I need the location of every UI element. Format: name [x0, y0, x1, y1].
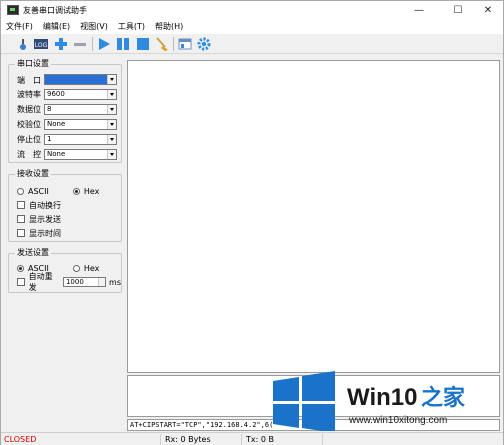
layout-icon[interactable]: [177, 36, 193, 52]
watermark-brand: Win10: [347, 384, 417, 411]
receive-ascii-label: ASCII: [28, 186, 49, 196]
repeat-interval-input[interactable]: 1000: [62, 277, 107, 287]
databits-select[interactable]: 8: [44, 104, 117, 115]
spinner-arrows-icon[interactable]: [98, 278, 106, 286]
pause-icon[interactable]: [115, 36, 131, 52]
chevron-down-icon: [107, 120, 116, 129]
stop-icon[interactable]: [135, 36, 151, 52]
chevron-down-icon: [107, 135, 116, 144]
flow-label: 流 控: [17, 149, 41, 159]
receive-text-area[interactable]: [127, 60, 500, 373]
receive-hex-label: Hex: [83, 186, 100, 196]
checkbox: [17, 229, 25, 237]
menu-file[interactable]: 文件(F): [1, 20, 38, 34]
checkbox: [17, 278, 25, 286]
receive-settings-title: 接收设置: [15, 169, 51, 179]
repeat-interval-unit: ms: [109, 277, 121, 287]
flow-value: None: [47, 150, 66, 158]
auto-repeat-label: 自动重发: [28, 272, 53, 292]
send-hex-radio[interactable]: Hex: [72, 263, 100, 273]
send-settings-title: 发送设置: [15, 248, 51, 258]
databits-row: 数据位: [17, 103, 45, 115]
log-icon-text: LOG: [35, 42, 48, 49]
chevron-down-icon: [107, 150, 116, 159]
toolbar-separator: [92, 37, 93, 51]
show-time-label: 显示时间: [29, 228, 61, 238]
chevron-down-icon: [107, 105, 116, 114]
toolbar: LOG: [1, 34, 503, 54]
parity-select[interactable]: None: [44, 119, 117, 130]
receive-hex-radio[interactable]: Hex: [72, 186, 100, 196]
maximize-button[interactable]: ☐: [441, 1, 475, 20]
radio-button: [72, 264, 80, 272]
windows-logo-icon: [273, 371, 335, 433]
auto-newline-label: 自动换行: [29, 200, 61, 210]
receive-settings-group: 接收设置 ASCII Hex 自动换行 显示发送 显示时间: [8, 169, 122, 242]
new-icon[interactable]: [15, 36, 31, 52]
show-time-option[interactable]: 显示时间: [17, 227, 61, 239]
databits-value: 8: [47, 105, 52, 113]
watermark-suffix: 之家: [421, 385, 466, 411]
clear-icon[interactable]: [154, 36, 170, 52]
window-title: 友善串口调试助手: [23, 6, 87, 15]
auto-newline-option[interactable]: 自动换行: [17, 199, 61, 211]
receive-ascii-radio[interactable]: ASCII: [17, 187, 49, 196]
stopbits-value: 1: [47, 135, 52, 143]
menu-edit[interactable]: 编辑(E): [38, 20, 75, 34]
stopbits-row: 停止位: [17, 133, 45, 145]
app-window: 友善串口调试助手 — ☐ ✕ 文件(F) 编辑(E) 视图(V) 工具(T) 帮…: [0, 0, 504, 445]
baud-row: 波特率: [17, 88, 45, 100]
send-settings-group: 发送设置 ASCII Hex 自动重发 1000 ms: [8, 248, 122, 293]
baud-label: 波特率: [17, 89, 41, 99]
auto-repeat-option[interactable]: 自动重发: [17, 271, 59, 293]
radio-button-selected: [72, 187, 80, 195]
stopbits-label: 停止位: [17, 134, 41, 144]
menu-help[interactable]: 帮助(H): [150, 20, 188, 34]
serial-settings-title: 串口设置: [15, 59, 51, 69]
chevron-down-icon: [107, 90, 116, 99]
parity-value: None: [47, 120, 66, 128]
remove-icon[interactable]: [72, 36, 88, 52]
auto-repeat-row: 自动重发 1000 ms: [17, 272, 121, 292]
title-bar: 友善串口调试助手 — ☐ ✕: [1, 1, 503, 20]
parity-label: 校验位: [17, 119, 41, 129]
add-icon[interactable]: [53, 36, 69, 52]
menu-view[interactable]: 视图(V): [75, 20, 113, 34]
baud-select[interactable]: 9600: [44, 89, 117, 100]
port-row: 端 口: [17, 74, 45, 86]
play-icon[interactable]: [96, 36, 112, 52]
menu-tools[interactable]: 工具(T): [113, 20, 150, 34]
port-select[interactable]: [44, 74, 117, 85]
gear-icon[interactable]: [196, 36, 212, 52]
watermark-url: www.win10xitong.com: [348, 415, 447, 426]
checkbox: [17, 201, 25, 209]
tx-counter: Tx: 0 B: [243, 434, 323, 445]
rx-counter: Rx: 0 Bytes: [162, 434, 242, 445]
watermark: Win10 之家 www.win10xitong.com: [269, 371, 499, 433]
port-label: 端 口: [17, 75, 41, 85]
databits-label: 数据位: [17, 104, 41, 114]
close-button[interactable]: ✕: [471, 1, 504, 20]
flow-row: 流 控: [17, 148, 45, 160]
repeat-interval-value: 1000: [65, 278, 84, 286]
send-hex-label: Hex: [83, 263, 100, 273]
show-send-label: 显示发送: [29, 214, 61, 224]
baud-value: 9600: [47, 90, 65, 98]
app-icon: [7, 5, 19, 15]
status-bar: CLOSED Rx: 0 Bytes Tx: 0 B: [1, 432, 503, 445]
serial-settings-group: 串口设置 端 口 波特率 9600 数据位 8 校验位 None 停止位 1 流…: [8, 59, 122, 163]
menu-bar: 文件(F) 编辑(E) 视图(V) 工具(T) 帮助(H): [1, 20, 503, 34]
parity-row: 校验位: [17, 118, 45, 130]
receive-format-row: ASCII Hex: [17, 185, 99, 197]
connection-status: CLOSED: [1, 434, 161, 445]
show-send-option[interactable]: 显示发送: [17, 213, 61, 225]
radio-button: [17, 187, 24, 195]
stopbits-select[interactable]: 1: [44, 134, 117, 145]
log-icon[interactable]: LOG: [33, 36, 49, 52]
chevron-down-icon: [107, 75, 116, 84]
minimize-button[interactable]: —: [402, 1, 436, 20]
flow-select[interactable]: None: [44, 149, 117, 160]
checkbox: [17, 215, 25, 223]
toolbar-separator: [173, 37, 174, 51]
